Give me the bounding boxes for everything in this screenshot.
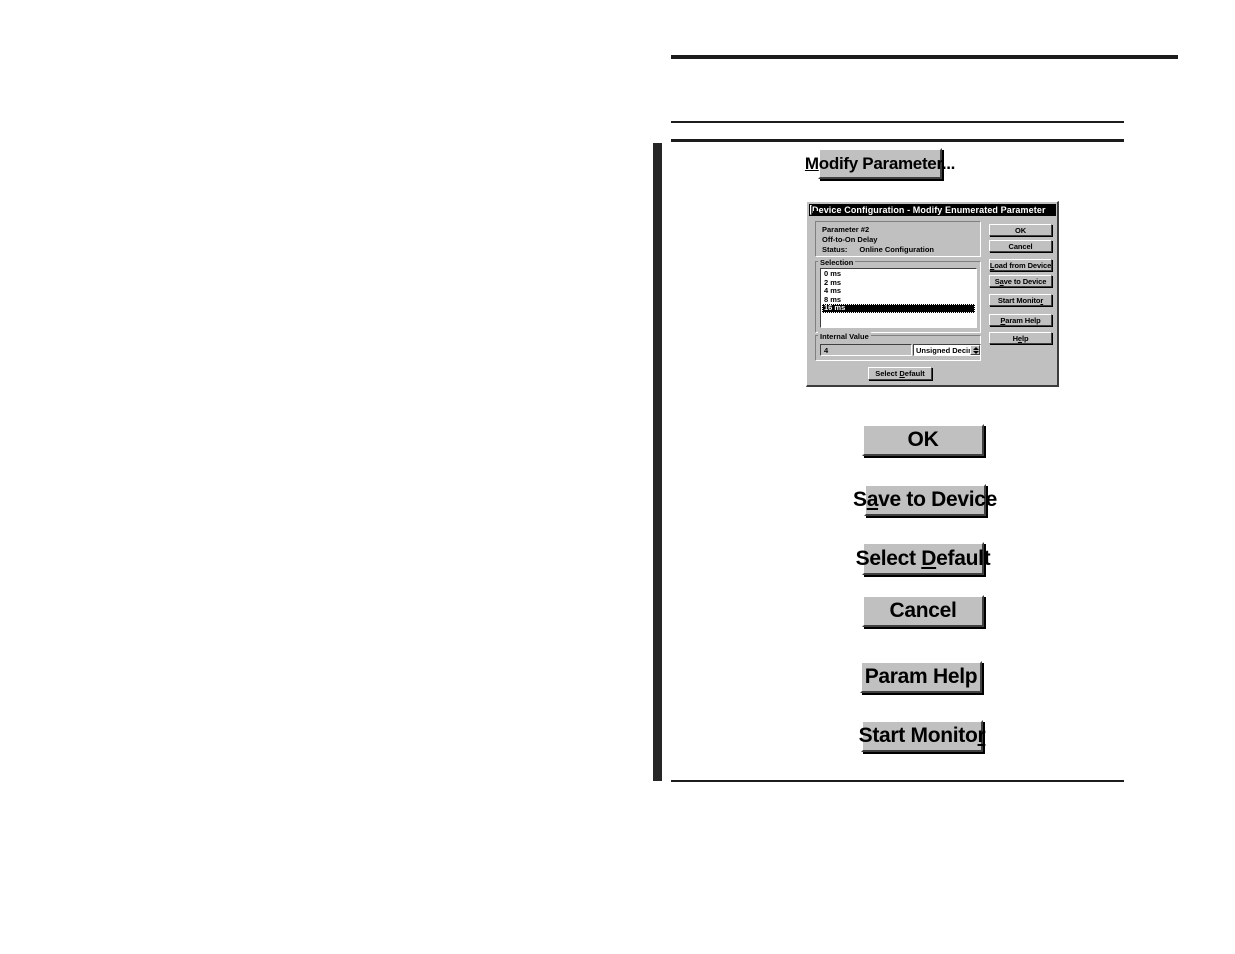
- chapter-side-bar: [653, 143, 662, 781]
- param-help-button[interactable]: Param Help: [860, 661, 982, 693]
- dialog-cancel-button[interactable]: Cancel: [989, 240, 1052, 252]
- dialog-title: Device Configuration - Modify Enumerated…: [812, 205, 1046, 215]
- dialog-select-default-button[interactable]: Select Default: [868, 367, 932, 380]
- parameter-number: Parameter #2: [822, 225, 870, 234]
- status-label: Status:: [822, 245, 848, 254]
- internal-value-input[interactable]: 4: [820, 344, 912, 356]
- modify-parameter-button[interactable]: Modify Parameter...: [805, 148, 955, 179]
- dialog-start-monitor-button[interactable]: Start Monitor: [989, 294, 1052, 306]
- page-rule-bottom: [671, 780, 1124, 782]
- status-value: Online Configuration: [859, 245, 934, 254]
- dialog-param-help-button[interactable]: Param Help: [989, 314, 1052, 326]
- parameter-status: Status: Online Configuration: [822, 245, 980, 255]
- modify-parameter-label: Modify Parameter...: [804, 153, 956, 173]
- cancel-button[interactable]: Cancel: [862, 595, 984, 627]
- selection-list-item[interactable]: 2 ms: [822, 278, 976, 288]
- parameter-name: Off-to-On Delay: [822, 235, 878, 244]
- selection-list-item[interactable]: 4 ms: [822, 286, 976, 296]
- dialog-load-from-device-button[interactable]: Load from Device: [989, 259, 1052, 271]
- page-rule-section: [671, 139, 1124, 142]
- modify-enumerated-parameter-dialog: Device Configuration - Modify Enumerated…: [806, 201, 1059, 387]
- selection-list[interactable]: 0 ms 2 ms 4 ms 8 ms 16 ms: [820, 268, 977, 328]
- save-to-device-button[interactable]: Save to Device: [853, 484, 997, 516]
- minimize-icon[interactable]: [810, 205, 819, 215]
- select-default-button[interactable]: Select Default: [856, 542, 991, 575]
- page-rule-top: [671, 55, 1178, 59]
- spinner-arrows-icon[interactable]: [970, 345, 980, 355]
- selection-list-item[interactable]: 16 ms: [822, 303, 975, 313]
- start-monitor-button[interactable]: Start Monitor: [859, 720, 986, 752]
- internal-value-label: Internal Value: [818, 332, 871, 341]
- internal-value-format-value: Unsigned Decimal: [916, 346, 970, 355]
- dialog-title-bar[interactable]: Device Configuration - Modify Enumerated…: [809, 204, 1056, 216]
- ok-button[interactable]: OK: [862, 424, 984, 456]
- dialog-help-button[interactable]: Help: [989, 332, 1052, 344]
- page-rule-middle: [671, 121, 1124, 123]
- selection-legend: Selection: [818, 258, 856, 267]
- parameter-info-panel: Parameter #2 Off-to-On Delay Status: Onli…: [815, 221, 981, 257]
- internal-value-format-select[interactable]: Unsigned Decimal: [913, 344, 981, 356]
- selection-list-item[interactable]: 8 ms: [822, 295, 976, 305]
- dialog-save-to-device-button[interactable]: Save to Device: [989, 275, 1052, 287]
- selection-list-item[interactable]: 0 ms: [822, 269, 976, 279]
- dialog-ok-button[interactable]: OK: [989, 224, 1052, 236]
